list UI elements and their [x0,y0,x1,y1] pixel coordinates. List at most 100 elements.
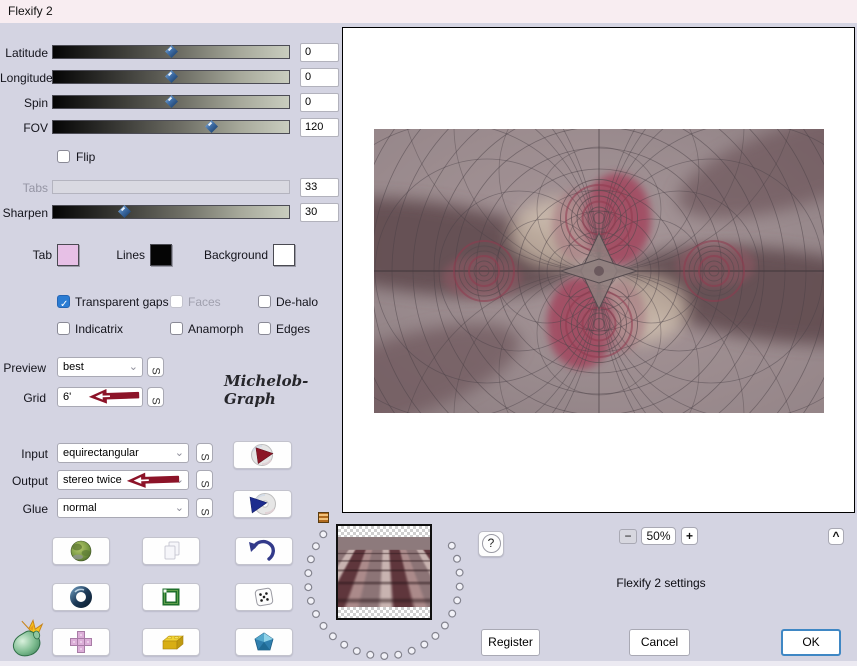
zoom-in-button[interactable]: + [681,527,698,545]
chevron-down-icon: ⌄ [175,501,184,514]
cube-net-icon [53,629,109,655]
anamorph-label: Anamorph [188,322,243,336]
latitude-value[interactable]: 0 [300,43,339,62]
palette-toggle-icon[interactable] [318,512,329,523]
s-glyph-icon: S [150,397,162,404]
transparent-gaps-label: Transparent gaps [75,295,169,309]
s-glyph-icon: S [199,480,211,487]
de-halo-checkbox[interactable] [258,295,271,308]
longitude-value[interactable]: 0 [300,68,339,87]
transparency-checker-top [338,526,430,537]
longitude-slider[interactable] [52,70,290,84]
torus-button[interactable] [52,583,110,611]
tabs-value[interactable]: 33 [300,178,339,197]
chevron-down-icon: ⌄ [175,473,184,486]
edges-checkbox[interactable] [258,322,271,335]
zoom-level: 50% [641,527,676,545]
longitude-slider-thumb[interactable] [165,70,178,83]
input-select[interactable]: equirectangular ⌄ [57,443,189,463]
longitude-label: Longitude [0,71,48,85]
copy-button[interactable] [142,537,200,565]
lines-color-swatch[interactable] [150,244,172,266]
preview-canvas [342,27,855,513]
sharpen-slider-thumb[interactable] [118,205,131,218]
grid-input-wrap [57,387,143,407]
save-settings-button[interactable] [233,490,292,518]
sharpen-slider[interactable] [52,205,290,219]
register-button[interactable]: Register [481,629,540,656]
anamorph-checkbox[interactable] [170,322,183,335]
latitude-label: Latitude [0,46,48,60]
background-color-swatch[interactable] [273,244,295,266]
preview-select-value: best [63,361,84,373]
indicatrix-checkbox[interactable] [57,322,70,335]
load-image-button[interactable] [52,537,110,565]
watermark-signature: Michelob-Graph [224,372,334,408]
load-settings-button[interactable] [233,441,292,469]
spin-value[interactable]: 0 [300,93,339,112]
output-label: Output [0,474,48,488]
grid-random-button[interactable]: S [147,387,164,407]
gem-button[interactable] [235,628,293,656]
grid-input[interactable] [57,387,143,407]
randomize-button[interactable] [235,583,293,611]
sharpen-value[interactable]: 30 [300,203,339,222]
chevron-down-icon: ⌄ [129,360,138,373]
output-random-button[interactable]: S [196,470,213,490]
ok-button[interactable]: OK [781,629,841,656]
spin-slider-thumb[interactable] [165,95,178,108]
fov-value[interactable]: 120 [300,118,339,137]
cancel-button[interactable]: Cancel [629,629,690,656]
help-button[interactable]: ? [478,531,504,557]
tab-color-label: Tab [0,248,52,262]
cd-play-red-icon [234,442,291,468]
settings-status-label: Flexify 2 settings [580,576,742,590]
flip-checkbox[interactable] [57,150,70,163]
square-frame-icon [143,584,199,610]
input-random-button[interactable]: S [196,443,213,463]
faces-checkbox [170,295,183,308]
unfold-button[interactable] [52,628,110,656]
flaming-pear-logo[interactable] [2,618,48,662]
tabs-slider [52,180,290,194]
indicatrix-label: Indicatrix [75,322,123,336]
sharpen-label: Sharpen [0,206,48,220]
latitude-slider-thumb[interactable] [165,45,178,58]
window-bottom-edge [0,661,857,666]
collapse-button[interactable]: ^ [828,528,844,545]
brick-button[interactable] [142,628,200,656]
fov-slider[interactable] [52,120,290,134]
input-select-value: equirectangular [63,447,139,459]
preview-image [374,129,824,413]
s-glyph-icon: S [199,508,211,515]
output-select-value: stereo twice [63,474,122,486]
undo-arrow-icon [236,538,292,564]
spin-slider[interactable] [52,95,290,109]
edges-label: Edges [276,322,310,336]
faces-label: Faces [188,295,221,309]
input-label: Input [0,447,48,461]
preview-random-button[interactable]: S [147,357,164,377]
tab-color-swatch[interactable] [57,244,79,266]
glue-select[interactable]: normal ⌄ [57,498,189,518]
glue-random-button[interactable]: S [196,498,213,518]
background-color-label: Background [180,248,268,262]
planet-icon [53,538,109,564]
output-select[interactable]: stereo twice ⌄ [57,470,189,490]
fov-label: FOV [0,121,48,135]
zoom-out-button[interactable]: − [619,529,637,544]
tabs-label: Tabs [0,181,48,195]
undo-button[interactable] [235,537,293,565]
latitude-slider[interactable] [52,45,290,59]
transparent-gaps-checkbox[interactable] [57,295,70,308]
preview-label: Preview [0,361,46,375]
frame-button[interactable] [142,583,200,611]
spin-label: Spin [0,96,48,110]
flip-label: Flip [76,150,95,164]
fov-slider-thumb[interactable] [205,120,218,133]
grid-label: Grid [0,391,46,405]
transparency-checker-bottom [338,607,430,618]
preview-select[interactable]: best ⌄ [57,357,143,377]
cd-play-blue-icon [234,491,291,517]
window-title: Flexify 2 [8,4,53,18]
